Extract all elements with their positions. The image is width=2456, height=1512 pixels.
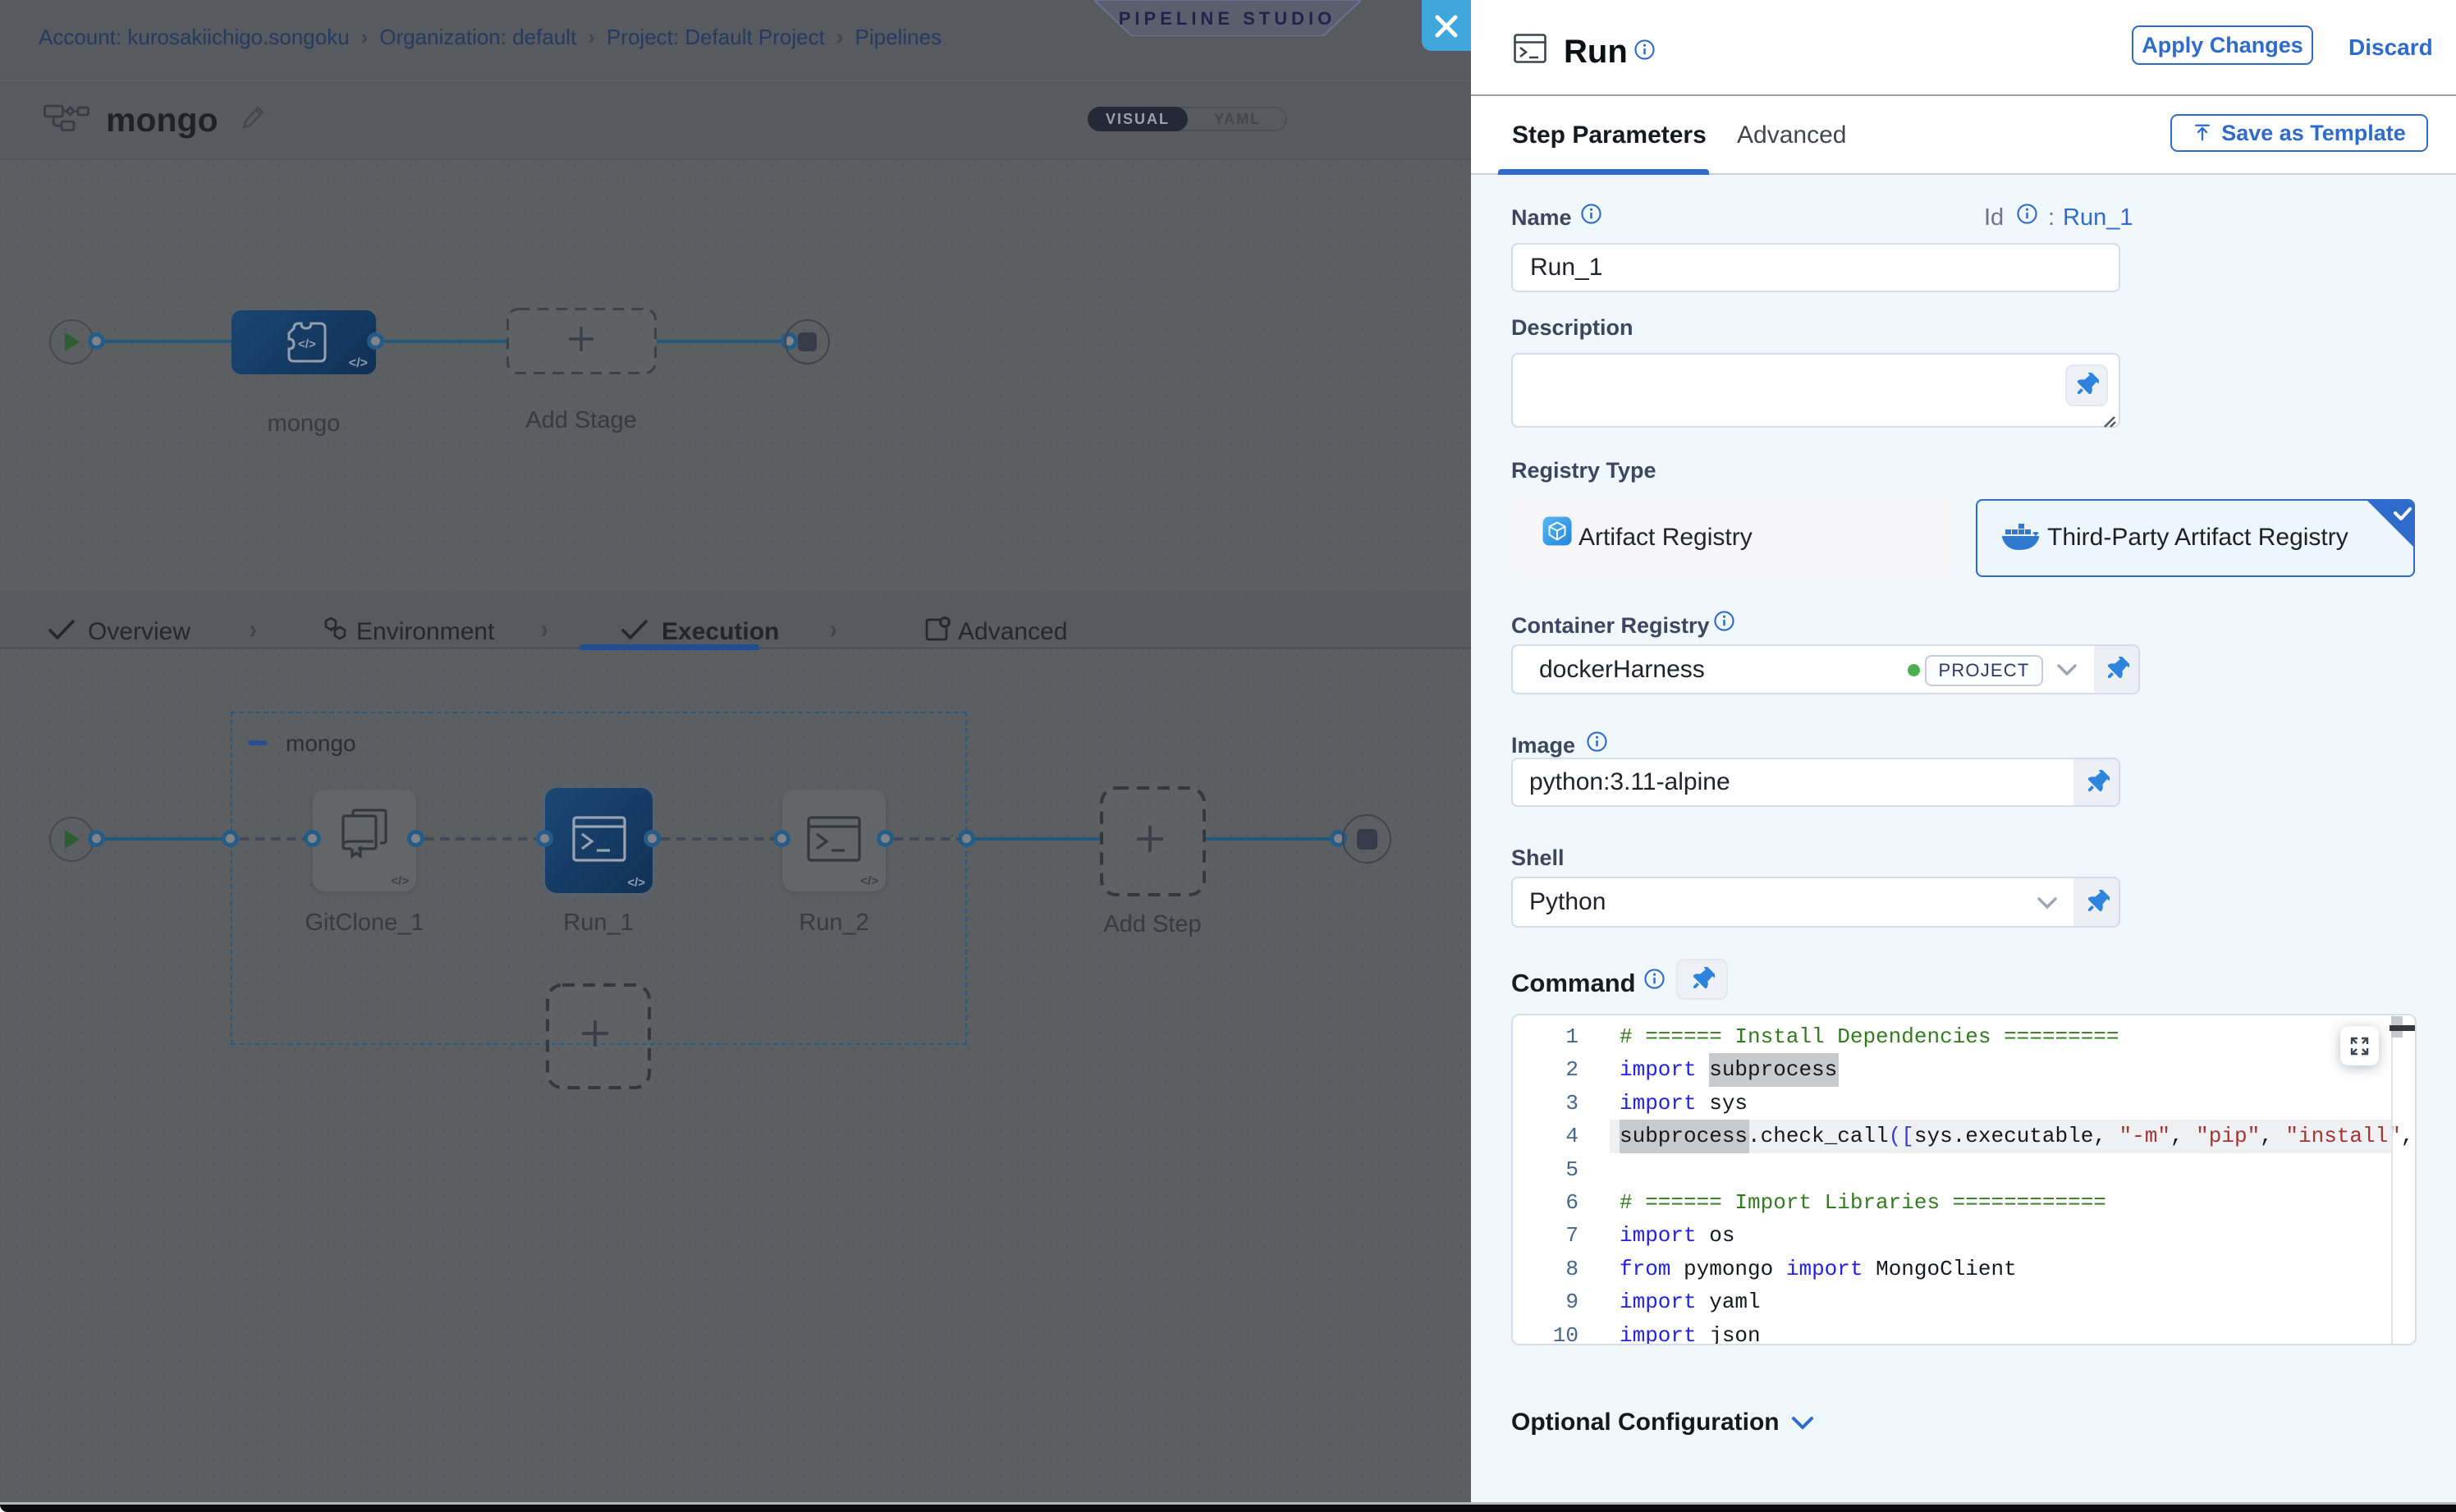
svg-text:</>: </> xyxy=(298,337,316,351)
svg-text:PIPELINE STUDIO: PIPELINE STUDIO xyxy=(1119,8,1336,29)
